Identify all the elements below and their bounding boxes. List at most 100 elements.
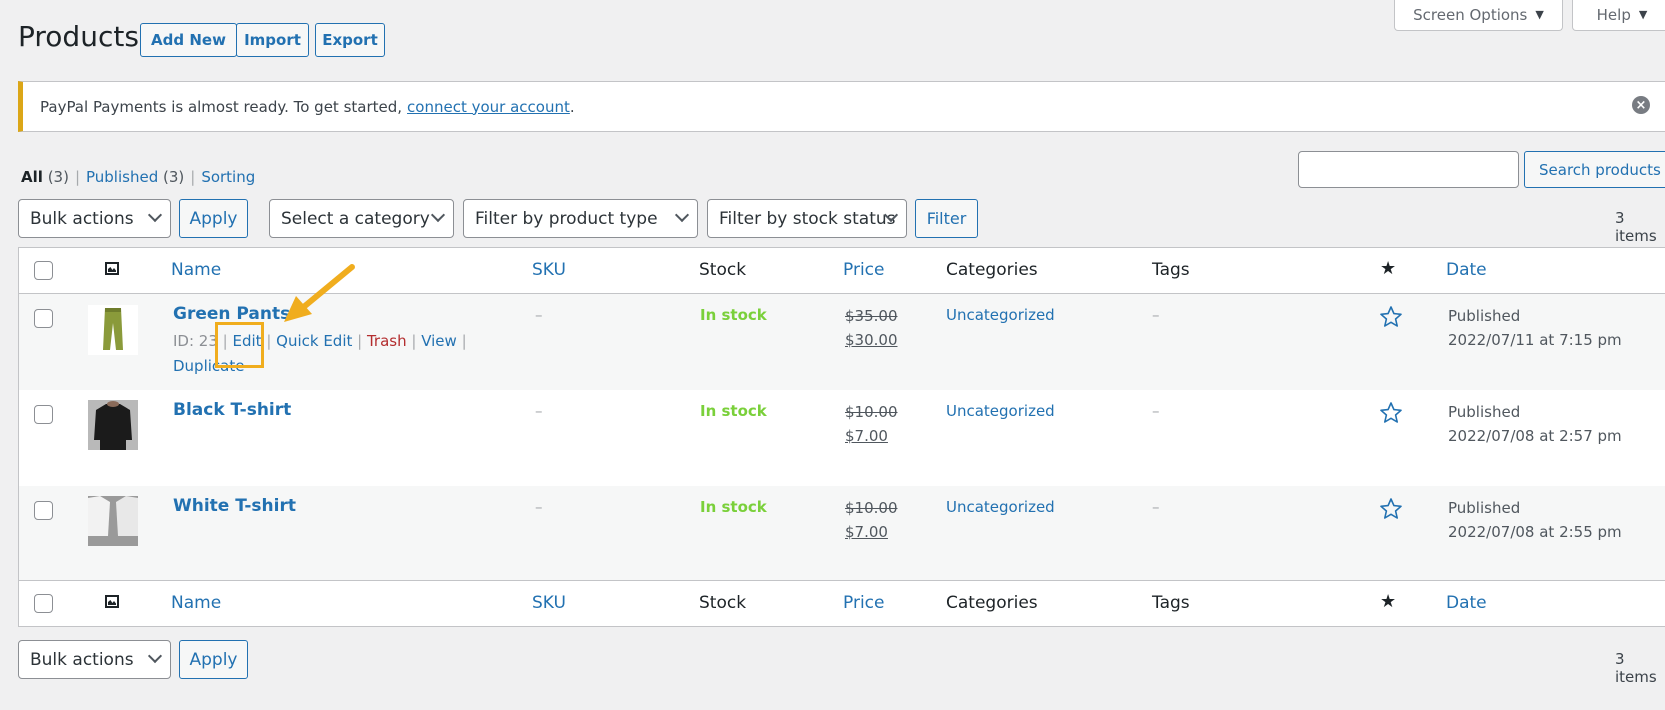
featured-star-outline-icon[interactable] [1379, 497, 1403, 521]
category-link[interactable]: Uncategorized [946, 306, 1055, 324]
column-categories: Categories [946, 260, 1038, 280]
tags-value: – [1152, 402, 1160, 420]
quick-edit-link[interactable]: Quick Edit [276, 332, 352, 350]
add-new-button[interactable]: Add New [140, 23, 237, 57]
column-stock: Stock [699, 260, 747, 280]
column-price[interactable]: Price [843, 260, 884, 280]
post-status: Published [1448, 307, 1521, 325]
table-row: Black T-shirt – In stock $10.00 $7.00 Un… [19, 390, 1665, 486]
featured-star-outline-icon[interactable] [1379, 401, 1403, 425]
select-all-checkbox[interactable] [34, 594, 53, 613]
notice-suffix: . [569, 97, 575, 116]
select-all-checkbox[interactable] [34, 261, 53, 280]
product-id: ID: 23 [173, 332, 218, 350]
regular-price: $10.00 [845, 403, 898, 421]
featured-star-icon[interactable]: ★ [1380, 258, 1396, 279]
post-date: 2022/07/08 at 2:57 pm [1448, 427, 1622, 445]
featured-star-outline-icon[interactable] [1379, 305, 1403, 329]
date-value: Published 2022/07/08 at 2:55 pm [1448, 496, 1622, 544]
white-tshirt-thumbnail[interactable] [88, 496, 138, 546]
separator: | [190, 168, 196, 186]
post-date: 2022/07/11 at 7:15 pm [1448, 331, 1622, 349]
stock-status-select[interactable]: Filter by stock status [707, 199, 907, 238]
sale-price: $7.00 [845, 523, 888, 541]
search-products-button[interactable]: Search products [1524, 151, 1665, 188]
black-tshirt-thumbnail[interactable] [88, 400, 138, 450]
view-all[interactable]: All (3) [21, 168, 69, 186]
regular-price: $10.00 [845, 499, 898, 517]
column-sku[interactable]: SKU [532, 260, 566, 280]
caret-down-icon: ▼ [1535, 8, 1544, 21]
column-name[interactable]: Name [171, 260, 221, 280]
green-pants-thumbnail[interactable] [88, 305, 138, 355]
post-status: Published [1448, 403, 1521, 421]
screen-options-button[interactable]: Screen Options ▼ [1394, 0, 1563, 31]
product-name-link[interactable]: Black T-shirt [173, 400, 291, 420]
row-checkbox[interactable] [34, 501, 53, 520]
help-button[interactable]: Help ▼ [1572, 0, 1665, 31]
connect-account-link[interactable]: connect your account [407, 98, 570, 116]
image-icon [105, 262, 119, 275]
screen-options-label: Screen Options [1413, 5, 1528, 24]
category-value: Select a category [281, 208, 430, 229]
post-status: Published [1448, 499, 1521, 517]
view-published[interactable]: Published (3) [86, 168, 184, 186]
stock-status-value: Filter by stock status [719, 208, 896, 229]
chevron-down-icon [430, 207, 446, 223]
product-type-select[interactable]: Filter by product type [463, 199, 698, 238]
filter-button[interactable]: Filter [915, 199, 978, 238]
column-name[interactable]: Name [171, 593, 221, 613]
row-checkbox[interactable] [34, 405, 53, 424]
column-categories: Categories [946, 593, 1038, 613]
date-value: Published 2022/07/11 at 7:15 pm [1448, 304, 1622, 352]
product-name-link[interactable]: White T-shirt [173, 496, 296, 516]
apply-button-bottom[interactable]: Apply [179, 640, 248, 679]
products-table: Name SKU Stock Price Categories Tags ★ D… [18, 247, 1665, 627]
table-header: Name SKU Stock Price Categories Tags ★ D… [19, 248, 1665, 294]
bulk-actions-value: Bulk actions [30, 649, 134, 670]
featured-star-icon[interactable]: ★ [1380, 591, 1396, 612]
notice-text: PayPal Payments is almost ready. To get … [40, 97, 403, 116]
column-date[interactable]: Date [1446, 260, 1487, 280]
view-link[interactable]: View [421, 332, 457, 350]
apply-button[interactable]: Apply [179, 199, 248, 238]
regular-price: $35.00 [845, 307, 898, 325]
sale-price: $7.00 [845, 427, 888, 445]
search-input[interactable] [1298, 151, 1519, 188]
category-link[interactable]: Uncategorized [946, 498, 1055, 516]
items-count: 3 items [1615, 209, 1657, 245]
items-count-bottom: 3 items [1615, 650, 1657, 686]
column-stock: Stock [699, 593, 747, 613]
post-date: 2022/07/08 at 2:55 pm [1448, 523, 1622, 541]
sku-value: – [535, 498, 543, 516]
view-published-label: Published [86, 168, 159, 186]
stock-status: In stock [700, 498, 767, 516]
export-button[interactable]: Export [315, 23, 385, 57]
date-value: Published 2022/07/08 at 2:57 pm [1448, 400, 1622, 448]
category-select[interactable]: Select a category [269, 199, 454, 238]
bulk-actions-value: Bulk actions [30, 208, 134, 229]
annotation-arrow-icon [284, 264, 355, 322]
column-sku[interactable]: SKU [532, 593, 566, 613]
column-tags: Tags [1152, 593, 1190, 613]
row-checkbox[interactable] [34, 309, 53, 328]
category-link[interactable]: Uncategorized [946, 402, 1055, 420]
product-type-value: Filter by product type [475, 208, 658, 229]
column-date[interactable]: Date [1446, 593, 1487, 613]
sku-value: – [535, 402, 543, 420]
status-views: All (3) | Published (3) | Sorting [21, 168, 255, 186]
chevron-down-icon [147, 648, 163, 664]
trash-link[interactable]: Trash [367, 332, 407, 350]
bulk-actions-select[interactable]: Bulk actions [18, 199, 171, 238]
price-value: $10.00 $7.00 [845, 496, 898, 544]
bulk-actions-select-bottom[interactable]: Bulk actions [18, 640, 171, 679]
price-value: $35.00 $30.00 [845, 304, 898, 352]
paypal-notice: PayPal Payments is almost ready. To get … [18, 81, 1665, 132]
price-value: $10.00 $7.00 [845, 400, 898, 448]
dismiss-notice-icon[interactable]: × [1632, 96, 1650, 114]
view-all-label: All [21, 168, 43, 186]
view-published-count: (3) [163, 168, 185, 186]
view-sorting[interactable]: Sorting [201, 168, 255, 186]
import-button[interactable]: Import [236, 23, 309, 57]
column-price[interactable]: Price [843, 593, 884, 613]
